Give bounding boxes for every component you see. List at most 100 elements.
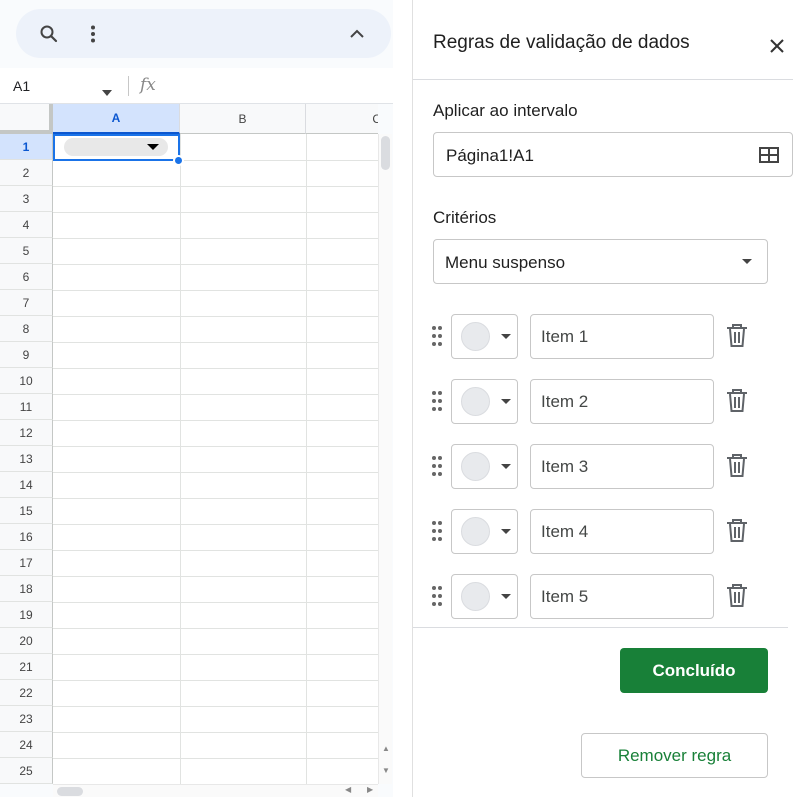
data-validation-panel: Regras de validação de dados Aplicar ao …: [412, 0, 793, 797]
scroll-left-icon[interactable]: ◀: [345, 785, 351, 794]
column-header-b[interactable]: B: [180, 104, 306, 134]
item-color-picker[interactable]: [451, 444, 518, 489]
row-gridline: [53, 420, 378, 421]
scroll-down-icon[interactable]: ▼: [382, 766, 390, 775]
item-input[interactable]: Item 5: [530, 574, 714, 619]
dropdown-item-row: Item 2: [413, 379, 793, 424]
column-gridline: [306, 134, 307, 784]
row-gridline: [53, 264, 378, 265]
chevron-down-icon: [501, 464, 511, 469]
color-swatch: [461, 452, 490, 481]
row-gridline: [53, 472, 378, 473]
row-header[interactable]: 21: [0, 654, 53, 680]
vertical-scrollbar[interactable]: ▲ ▼: [378, 134, 392, 784]
item-color-picker[interactable]: [451, 379, 518, 424]
row-header[interactable]: 4: [0, 212, 53, 238]
row-gridline: [53, 524, 378, 525]
row-header[interactable]: 1: [0, 134, 53, 160]
row-header[interactable]: 10: [0, 368, 53, 394]
item-color-picker[interactable]: [451, 574, 518, 619]
row-header[interactable]: 12: [0, 420, 53, 446]
column-header-a[interactable]: A: [53, 104, 180, 134]
row-header[interactable]: 25: [0, 758, 53, 784]
chevron-down-icon: [501, 334, 511, 339]
formula-bar: A1 fx: [0, 68, 393, 104]
chip-dropdown-icon[interactable]: [147, 144, 159, 150]
trash-icon[interactable]: [726, 389, 750, 415]
row-header[interactable]: 6: [0, 264, 53, 290]
scroll-up-icon[interactable]: ▲: [382, 744, 390, 753]
chevron-down-icon: [742, 259, 752, 264]
chevron-up-icon[interactable]: [344, 21, 370, 47]
grid-select-icon[interactable]: [759, 147, 779, 168]
remove-rule-button[interactable]: Remover regra: [581, 733, 768, 778]
row-header[interactable]: 15: [0, 498, 53, 524]
done-button[interactable]: Concluído: [620, 648, 768, 693]
range-input[interactable]: Página1!A1: [433, 132, 793, 177]
row-gridline: [53, 316, 378, 317]
close-icon[interactable]: [765, 34, 789, 58]
row-gridline: [53, 290, 378, 291]
row-header[interactable]: 9: [0, 342, 53, 368]
row-header[interactable]: 17: [0, 550, 53, 576]
dropdown-item-row: Item 1: [413, 314, 793, 359]
item-input[interactable]: Item 3: [530, 444, 714, 489]
trash-icon[interactable]: [726, 519, 750, 545]
color-swatch: [461, 322, 490, 351]
horizontal-scroll-thumb[interactable]: [57, 787, 83, 796]
drag-handle-icon[interactable]: [431, 325, 443, 352]
chevron-down-icon: [501, 399, 511, 404]
chevron-down-icon: [501, 594, 511, 599]
drag-handle-icon[interactable]: [431, 520, 443, 547]
item-input[interactable]: Item 1: [530, 314, 714, 359]
item-value: Item 5: [541, 587, 589, 606]
dropdown-item-row: Item 4: [413, 509, 793, 554]
column-gridline: [180, 134, 181, 784]
range-label: Aplicar ao intervalo: [433, 101, 578, 120]
fx-icon: fx: [140, 75, 156, 95]
row-header[interactable]: 19: [0, 602, 53, 628]
row-header[interactable]: 8: [0, 316, 53, 342]
row-header[interactable]: 3: [0, 186, 53, 212]
criteria-label: Critérios: [433, 208, 497, 227]
trash-icon[interactable]: [726, 454, 750, 480]
search-icon[interactable]: [36, 21, 62, 47]
drag-handle-icon[interactable]: [431, 585, 443, 612]
color-swatch: [461, 582, 490, 611]
item-input[interactable]: Item 2: [530, 379, 714, 424]
row-header[interactable]: 18: [0, 576, 53, 602]
row-header[interactable]: 7: [0, 290, 53, 316]
select-all-corner[interactable]: [0, 104, 53, 134]
drag-handle-icon[interactable]: [431, 390, 443, 417]
row-header[interactable]: 24: [0, 732, 53, 758]
column-header-c[interactable]: C: [306, 104, 378, 134]
row-header[interactable]: 16: [0, 524, 53, 550]
row-header[interactable]: 23: [0, 706, 53, 732]
fill-handle[interactable]: [173, 155, 184, 166]
row-header[interactable]: 2: [0, 160, 53, 186]
row-header[interactable]: 13: [0, 446, 53, 472]
trash-icon[interactable]: [726, 584, 750, 610]
horizontal-scrollbar[interactable]: ◀ ▶: [53, 784, 378, 797]
row-header[interactable]: 20: [0, 628, 53, 654]
criteria-dropdown[interactable]: Menu suspenso: [433, 239, 768, 284]
cell-grid[interactable]: ABC 1 2 3 4 5 6 7 8 9 10 11 12 13 14 15 16 17 18 19 20 21 22 2…: [0, 104, 378, 784]
row-header[interactable]: 22: [0, 680, 53, 706]
row-gridline: [53, 654, 378, 655]
item-value: Item 1: [541, 327, 589, 346]
item-color-picker[interactable]: [451, 509, 518, 554]
vertical-scroll-thumb[interactable]: [381, 136, 390, 170]
row-header[interactable]: 5: [0, 238, 53, 264]
item-input[interactable]: Item 4: [530, 509, 714, 554]
scroll-right-icon[interactable]: ▶: [367, 785, 373, 794]
name-box-dropdown-icon[interactable]: [102, 83, 112, 101]
row-header[interactable]: 14: [0, 472, 53, 498]
trash-icon[interactable]: [726, 324, 750, 350]
row-header[interactable]: 11: [0, 394, 53, 420]
drag-handle-icon[interactable]: [431, 455, 443, 482]
name-box[interactable]: A1: [13, 78, 30, 94]
more-vert-icon[interactable]: [80, 21, 106, 47]
row-gridline: [53, 706, 378, 707]
item-value: Item 3: [541, 457, 589, 476]
item-color-picker[interactable]: [451, 314, 518, 359]
